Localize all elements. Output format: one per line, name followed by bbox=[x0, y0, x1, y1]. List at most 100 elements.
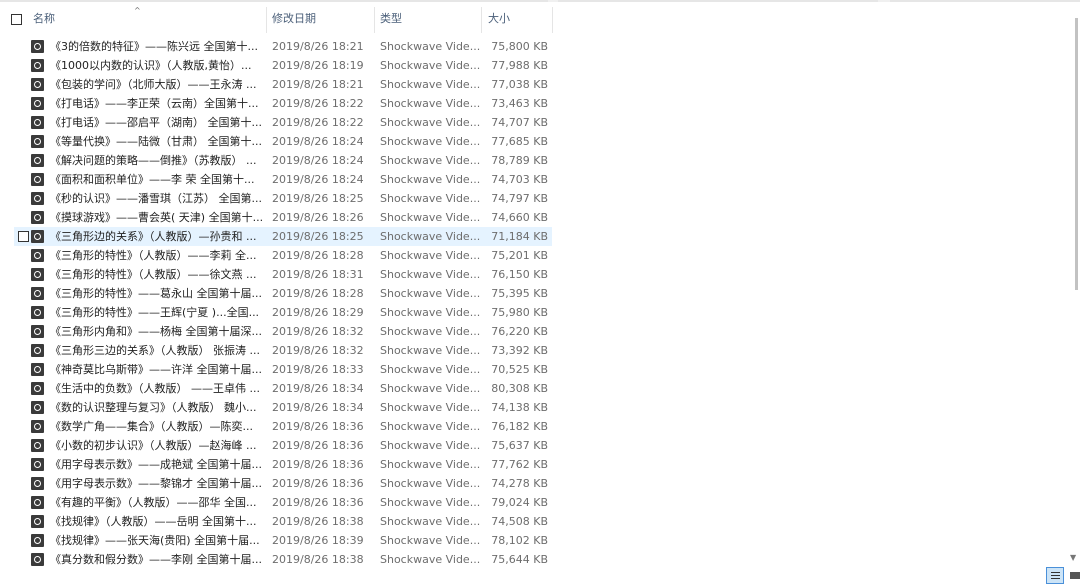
top-border bbox=[0, 0, 1080, 2]
file-type: Shockwave Vide... bbox=[380, 230, 480, 243]
file-type: Shockwave Vide... bbox=[380, 325, 480, 338]
top-border-segment bbox=[558, 0, 878, 2]
file-row[interactable]: 《三角形的特性》（人教版）——徐文燕 ... 2019/8/26 18:31 Sho… bbox=[0, 265, 552, 284]
file-row[interactable]: 《用字母表示数》——成艳斌 全国第十届... 2019/8/26 18:36 Sho… bbox=[0, 455, 552, 474]
large-icons-view-button[interactable] bbox=[1067, 567, 1080, 584]
file-name: 《找规律》（人教版）——岳明 全国第十... bbox=[50, 515, 257, 528]
large-icons-view-icon bbox=[1070, 572, 1080, 579]
file-row[interactable]: 《打电话》——邵启平（湖南） 全国第十... 2019/8/26 18:22 Sho… bbox=[0, 113, 552, 132]
file-type: Shockwave Vide... bbox=[380, 458, 480, 471]
file-name: 《小数的初步认识》（人教版）—赵海峰 ... bbox=[50, 439, 257, 452]
file-name: 《3的倍数的特征》——陈兴远 全国第十... bbox=[50, 40, 258, 53]
shockwave-file-icon bbox=[31, 230, 44, 243]
file-row[interactable]: 《三角形边的关系》（人教版）—孙贵和 ... 2019/8/26 18:25 Sho… bbox=[14, 227, 552, 246]
file-name: 《三角形的特性》（人教版）——李莉 全... bbox=[50, 249, 257, 262]
file-modified-date: 2019/8/26 18:39 bbox=[272, 534, 364, 547]
file-row[interactable]: 《三角形的特性》——王辉(宁夏 )...全国... 2019/8/26 18:29… bbox=[0, 303, 552, 322]
shockwave-file-icon bbox=[31, 59, 44, 72]
file-modified-date: 2019/8/26 18:24 bbox=[272, 154, 364, 167]
shockwave-file-icon bbox=[31, 325, 44, 338]
file-modified-date: 2019/8/26 18:19 bbox=[272, 59, 364, 72]
file-type: Shockwave Vide... bbox=[380, 287, 480, 300]
file-type: Shockwave Vide... bbox=[380, 382, 480, 395]
file-row[interactable]: 《三角形三边的关系》（人教版） 张振涛 ... 2019/8/26 18:32 Sh… bbox=[0, 341, 552, 360]
file-row[interactable]: 《1000以内数的认识》（人教版,黄怡）... 2019/8/26 18:19 Sh… bbox=[0, 56, 552, 75]
details-view-button[interactable] bbox=[1046, 567, 1064, 584]
column-header-size[interactable]: 大小 bbox=[488, 3, 548, 35]
file-name: 《三角形内角和》——杨梅 全国第十届深... bbox=[50, 325, 262, 338]
file-row[interactable]: 《三角形的特性》（人教版）——李莉 全... 2019/8/26 18:28 Sho… bbox=[0, 246, 552, 265]
file-row[interactable]: 《找规律》——张天海(贵阳) 全国第十届... 2019/8/26 18:39 Sh… bbox=[0, 531, 552, 550]
column-divider[interactable] bbox=[374, 7, 375, 33]
file-size: 76,220 KB bbox=[491, 325, 548, 338]
file-name: 《解决问题的策略——倒推》（苏教版） ... bbox=[50, 154, 257, 167]
file-row[interactable]: 《秒的认识》——潘雪琪（江苏） 全国第... 2019/8/26 18:25 Sho… bbox=[0, 189, 552, 208]
file-row[interactable]: 《三角形内角和》——杨梅 全国第十届深... 2019/8/26 18:32 Sho… bbox=[0, 322, 552, 341]
file-size: 75,800 KB bbox=[491, 40, 548, 53]
file-row[interactable]: 《神奇莫比乌斯带》——许洋 全国第十届... 2019/8/26 18:33 Sho… bbox=[0, 360, 552, 379]
file-row[interactable]: 《打电话》——李正荣（云南）全国第十... 2019/8/26 18:22 Shoc… bbox=[0, 94, 552, 113]
file-row[interactable]: 《数学广角——集合》（人教版）—陈奕... 2019/8/26 18:36 Shoc… bbox=[0, 417, 552, 436]
file-row[interactable]: 《面积和面积单位》——李 荣 全国第十... 2019/8/26 18:24 Sho… bbox=[0, 170, 552, 189]
file-row[interactable]: 《真分数和假分数》——李刚 全国第十届... 2019/8/26 18:38 Sho… bbox=[0, 550, 552, 569]
file-row[interactable]: 《等量代换》——陆微（甘肃） 全国第十... 2019/8/26 18:24 Sho… bbox=[0, 132, 552, 151]
file-size: 74,278 KB bbox=[491, 477, 548, 490]
file-type: Shockwave Vide... bbox=[380, 344, 480, 357]
file-row[interactable]: 《小数的初步认识》（人教版）—赵海峰 ... 2019/8/26 18:36 Sho… bbox=[0, 436, 552, 455]
shockwave-file-icon bbox=[31, 192, 44, 205]
file-modified-date: 2019/8/26 18:24 bbox=[272, 173, 364, 186]
shockwave-file-icon bbox=[31, 154, 44, 167]
file-size: 76,182 KB bbox=[491, 420, 548, 433]
file-type: Shockwave Vide... bbox=[380, 40, 480, 53]
shockwave-file-icon bbox=[31, 458, 44, 471]
file-name: 《包装的学问》（北师大版）——王永涛 ... bbox=[50, 78, 257, 91]
file-type: Shockwave Vide... bbox=[380, 135, 480, 148]
file-name: 《等量代换》——陆微（甘肃） 全国第十... bbox=[50, 135, 262, 148]
file-size: 79,024 KB bbox=[491, 496, 548, 509]
shockwave-file-icon bbox=[31, 249, 44, 262]
file-row[interactable]: 《包装的学问》（北师大版）——王永涛 ... 2019/8/26 18:21 Sho… bbox=[0, 75, 552, 94]
column-divider[interactable] bbox=[552, 7, 553, 33]
column-divider[interactable] bbox=[266, 7, 267, 33]
shockwave-file-icon bbox=[31, 40, 44, 53]
file-row[interactable]: 《生活中的负数》（人教版） ——王卓伟 ... 2019/8/26 18:34 Sh… bbox=[0, 379, 552, 398]
file-type: Shockwave Vide... bbox=[380, 553, 480, 566]
shockwave-file-icon bbox=[31, 534, 44, 547]
shockwave-file-icon bbox=[31, 496, 44, 509]
file-row[interactable]: 《有趣的平衡》（人教版）——邵华 全国... 2019/8/26 18:36 Sho… bbox=[0, 493, 552, 512]
column-header-name[interactable]: 名称 bbox=[33, 3, 263, 35]
shockwave-file-icon bbox=[31, 173, 44, 186]
file-size: 74,138 KB bbox=[491, 401, 548, 414]
file-name: 《摸球游戏》——曹会英( 天津) 全国第十... bbox=[50, 211, 262, 224]
file-name: 《数学广角——集合》（人教版）—陈奕... bbox=[50, 420, 253, 433]
file-type: Shockwave Vide... bbox=[380, 59, 480, 72]
row-checkbox[interactable] bbox=[18, 231, 29, 242]
select-all-checkbox[interactable] bbox=[11, 14, 22, 25]
shockwave-file-icon bbox=[31, 401, 44, 414]
column-header-date[interactable]: 修改日期 bbox=[272, 3, 372, 35]
column-divider[interactable] bbox=[481, 7, 482, 33]
shockwave-file-icon bbox=[31, 97, 44, 110]
scroll-down-arrow-icon[interactable]: ▼ bbox=[1070, 553, 1076, 562]
file-size: 75,637 KB bbox=[491, 439, 548, 452]
column-header-type[interactable]: 类型 bbox=[380, 3, 480, 35]
shockwave-file-icon bbox=[31, 116, 44, 129]
file-row[interactable]: 《解决问题的策略——倒推》（苏教版） ... 2019/8/26 18:24 Sho… bbox=[0, 151, 552, 170]
file-row[interactable]: 《三角形的特性》——葛永山 全国第十届... 2019/8/26 18:28 Sho… bbox=[0, 284, 552, 303]
file-size: 74,707 KB bbox=[491, 116, 548, 129]
file-modified-date: 2019/8/26 18:32 bbox=[272, 325, 364, 338]
file-modified-date: 2019/8/26 18:32 bbox=[272, 344, 364, 357]
shockwave-file-icon bbox=[31, 344, 44, 357]
file-row[interactable]: 《3的倍数的特征》——陈兴远 全国第十... 2019/8/26 18:21 Sho… bbox=[0, 37, 552, 56]
file-row[interactable]: 《用字母表示数》——黎锦才 全国第十届... 2019/8/26 18:36 Sho… bbox=[0, 474, 552, 493]
file-row[interactable]: 《摸球游戏》——曹会英( 天津) 全国第十... 2019/8/26 18:26 S… bbox=[0, 208, 552, 227]
file-type: Shockwave Vide... bbox=[380, 401, 480, 414]
file-modified-date: 2019/8/26 18:26 bbox=[272, 211, 364, 224]
file-row[interactable]: 《数的认识整理与复习》（人教版） 魏小... 2019/8/26 18:34 Sho… bbox=[0, 398, 552, 417]
file-size: 74,797 KB bbox=[491, 192, 548, 205]
file-size: 77,762 KB bbox=[491, 458, 548, 471]
file-type: Shockwave Vide... bbox=[380, 116, 480, 129]
file-name: 《真分数和假分数》——李刚 全国第十届... bbox=[50, 553, 262, 566]
scrollbar-thumb[interactable] bbox=[1075, 18, 1078, 290]
file-row[interactable]: 《找规律》（人教版）——岳明 全国第十... 2019/8/26 18:38 Sho… bbox=[0, 512, 552, 531]
